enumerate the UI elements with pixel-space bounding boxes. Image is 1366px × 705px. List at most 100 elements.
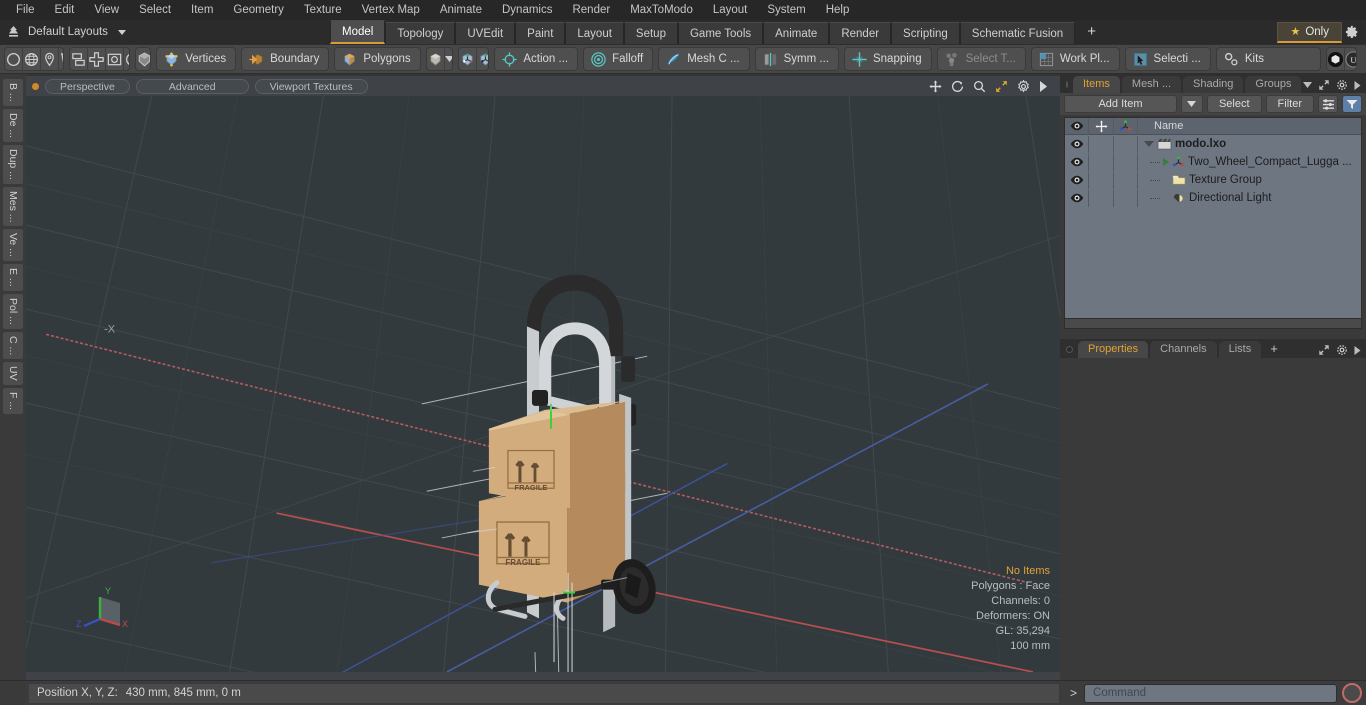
left-tab-polygon[interactable]: Pol ... bbox=[2, 292, 24, 330]
gear-icon[interactable] bbox=[1336, 344, 1348, 356]
add-item-dropdown[interactable] bbox=[1180, 95, 1203, 113]
left-tab-fusion[interactable]: F ... bbox=[2, 386, 24, 415]
chevron-right-icon[interactable] bbox=[1354, 80, 1361, 90]
selection-mode-polygons[interactable]: Polygons bbox=[334, 47, 421, 71]
left-tab-basic[interactable]: B ... bbox=[2, 78, 24, 107]
tab-scripting[interactable]: Scripting bbox=[891, 22, 960, 44]
fit-icon[interactable] bbox=[995, 80, 1008, 93]
tab-render[interactable]: Render bbox=[829, 22, 892, 44]
square-icon[interactable] bbox=[106, 48, 125, 70]
axis-cube-a-icon[interactable] bbox=[459, 48, 478, 70]
tab-game-tools[interactable]: Game Tools bbox=[677, 22, 764, 44]
zoom-icon[interactable] bbox=[973, 80, 986, 93]
action-center-button[interactable]: Action ... bbox=[494, 47, 579, 71]
crosshair-icon[interactable] bbox=[88, 48, 107, 70]
3d-viewport[interactable]: -X FRAGILE FRAGILE Y X Z No Items Polygo… bbox=[26, 96, 1060, 672]
left-tab-uv[interactable]: UV bbox=[2, 360, 24, 386]
tab-animate[interactable]: Animate bbox=[763, 22, 830, 44]
menu-item-item[interactable]: Item bbox=[181, 0, 223, 20]
select-button[interactable]: Select bbox=[1206, 95, 1262, 113]
tab-topology[interactable]: Topology bbox=[385, 22, 456, 44]
unreal-badge-icon[interactable]: U bbox=[1345, 48, 1356, 70]
menu-item-geometry[interactable]: Geometry bbox=[223, 0, 294, 20]
row-visibility-toggle[interactable] bbox=[1065, 135, 1089, 153]
axis-cube-b-icon[interactable] bbox=[477, 48, 489, 70]
row-visibility-toggle[interactable] bbox=[1065, 171, 1089, 189]
table-row[interactable]: Texture Group bbox=[1065, 171, 1361, 189]
kits-button[interactable]: Kits bbox=[1215, 47, 1321, 71]
menu-item-render[interactable]: Render bbox=[562, 0, 620, 20]
circle-icon[interactable] bbox=[5, 48, 23, 70]
tab-groups[interactable]: Groups bbox=[1245, 76, 1302, 93]
table-row[interactable]: Two_Wheel_Compact_Lugga ... bbox=[1065, 153, 1361, 171]
expand-icon[interactable] bbox=[1318, 79, 1330, 91]
menu-item-dynamics[interactable]: Dynamics bbox=[492, 0, 562, 20]
twisty-icon[interactable] bbox=[1144, 141, 1154, 147]
menu-item-vertex-map[interactable]: Vertex Map bbox=[352, 0, 430, 20]
item-tree-list[interactable]: Name modo.lxo Two_Wheel_Compact_Lugga ..… bbox=[1064, 117, 1362, 329]
layout-selector[interactable]: Default Layouts bbox=[0, 20, 330, 44]
rotate-icon[interactable] bbox=[951, 80, 964, 93]
cube-icon[interactable] bbox=[136, 48, 151, 70]
table-row[interactable]: Directional Light bbox=[1065, 189, 1361, 207]
chevron-right-icon[interactable] bbox=[1354, 345, 1361, 355]
menu-item-texture[interactable]: Texture bbox=[294, 0, 352, 20]
menu-item-edit[interactable]: Edit bbox=[45, 0, 85, 20]
left-tab-duplicate[interactable]: Dup ... bbox=[2, 143, 24, 185]
row-visibility-toggle[interactable] bbox=[1065, 153, 1089, 171]
left-tab-vertex[interactable]: Ve ... bbox=[2, 228, 24, 263]
curve-icon[interactable] bbox=[59, 48, 64, 70]
add-item-button[interactable]: Add Item bbox=[1064, 95, 1177, 113]
gear-icon[interactable] bbox=[1336, 79, 1348, 91]
expand-icon[interactable] bbox=[1318, 344, 1330, 356]
viewport-perspective-button[interactable]: Perspective bbox=[45, 78, 130, 94]
funnel-icon[interactable] bbox=[1342, 95, 1362, 113]
ellipse-icon[interactable] bbox=[124, 48, 129, 70]
menu-item-animate[interactable]: Animate bbox=[430, 0, 492, 20]
left-tab-edge[interactable]: E ... bbox=[2, 263, 24, 292]
tab-schematic-fusion[interactable]: Schematic Fusion bbox=[959, 22, 1076, 44]
menu-item-select[interactable]: Select bbox=[129, 0, 181, 20]
chevron-down-icon[interactable] bbox=[117, 29, 126, 35]
record-icon[interactable] bbox=[1342, 683, 1362, 703]
cube-center-icon[interactable] bbox=[427, 48, 445, 70]
menu-item-help[interactable]: Help bbox=[816, 0, 860, 20]
menu-item-file[interactable]: File bbox=[6, 0, 45, 20]
tab-model[interactable]: Model bbox=[330, 20, 386, 44]
command-input[interactable]: Command bbox=[1084, 683, 1337, 703]
tab-setup[interactable]: Setup bbox=[623, 22, 678, 44]
tab-properties[interactable]: Properties bbox=[1078, 341, 1149, 358]
tab-uvedit[interactable]: UVEdit bbox=[455, 22, 516, 44]
modo-badge-icon[interactable] bbox=[1327, 48, 1345, 70]
menu-item-system[interactable]: System bbox=[757, 0, 815, 20]
add-tab-button[interactable]: + bbox=[1075, 22, 1108, 44]
tab-paint[interactable]: Paint bbox=[515, 22, 566, 44]
selection-mode-boundary[interactable]: Boundary bbox=[241, 47, 330, 71]
tab-items[interactable]: Items bbox=[1073, 76, 1120, 93]
snapping-button[interactable]: Snapping bbox=[843, 47, 932, 71]
chevron-down-icon[interactable] bbox=[1303, 82, 1313, 88]
symmetry-button[interactable]: Symm ... bbox=[754, 47, 839, 71]
select-through-button[interactable]: Select T... bbox=[936, 47, 1026, 71]
viewport-textures-button[interactable]: Viewport Textures bbox=[254, 78, 368, 94]
item-list-scrollbar[interactable] bbox=[1065, 318, 1361, 328]
gear-icon[interactable] bbox=[1342, 21, 1362, 43]
list-options-icon[interactable] bbox=[1318, 95, 1338, 113]
menu-item-layout[interactable]: Layout bbox=[703, 0, 758, 20]
move-icon[interactable] bbox=[929, 79, 942, 93]
left-tab-deform[interactable]: De ... bbox=[2, 107, 24, 143]
items-icon[interactable] bbox=[70, 48, 89, 70]
filter-button[interactable]: Filter bbox=[1265, 95, 1314, 113]
chevron-right-icon[interactable] bbox=[1039, 80, 1048, 92]
globe-icon[interactable] bbox=[23, 48, 41, 70]
tab-channels[interactable]: Channels bbox=[1150, 341, 1217, 358]
twisty-icon[interactable] bbox=[1163, 158, 1169, 166]
pen-icon[interactable] bbox=[41, 48, 59, 70]
left-tab-curve[interactable]: C ... bbox=[2, 330, 24, 360]
only-toggle-button[interactable]: ★ Only bbox=[1277, 21, 1342, 43]
tab-layout[interactable]: Layout bbox=[565, 22, 624, 44]
tab-shading[interactable]: Shading bbox=[1183, 76, 1244, 93]
viewport-shading-button[interactable]: Advanced bbox=[135, 78, 249, 94]
add-panel-tab-button[interactable]: + bbox=[1263, 341, 1285, 358]
gear-icon[interactable] bbox=[1017, 79, 1030, 93]
